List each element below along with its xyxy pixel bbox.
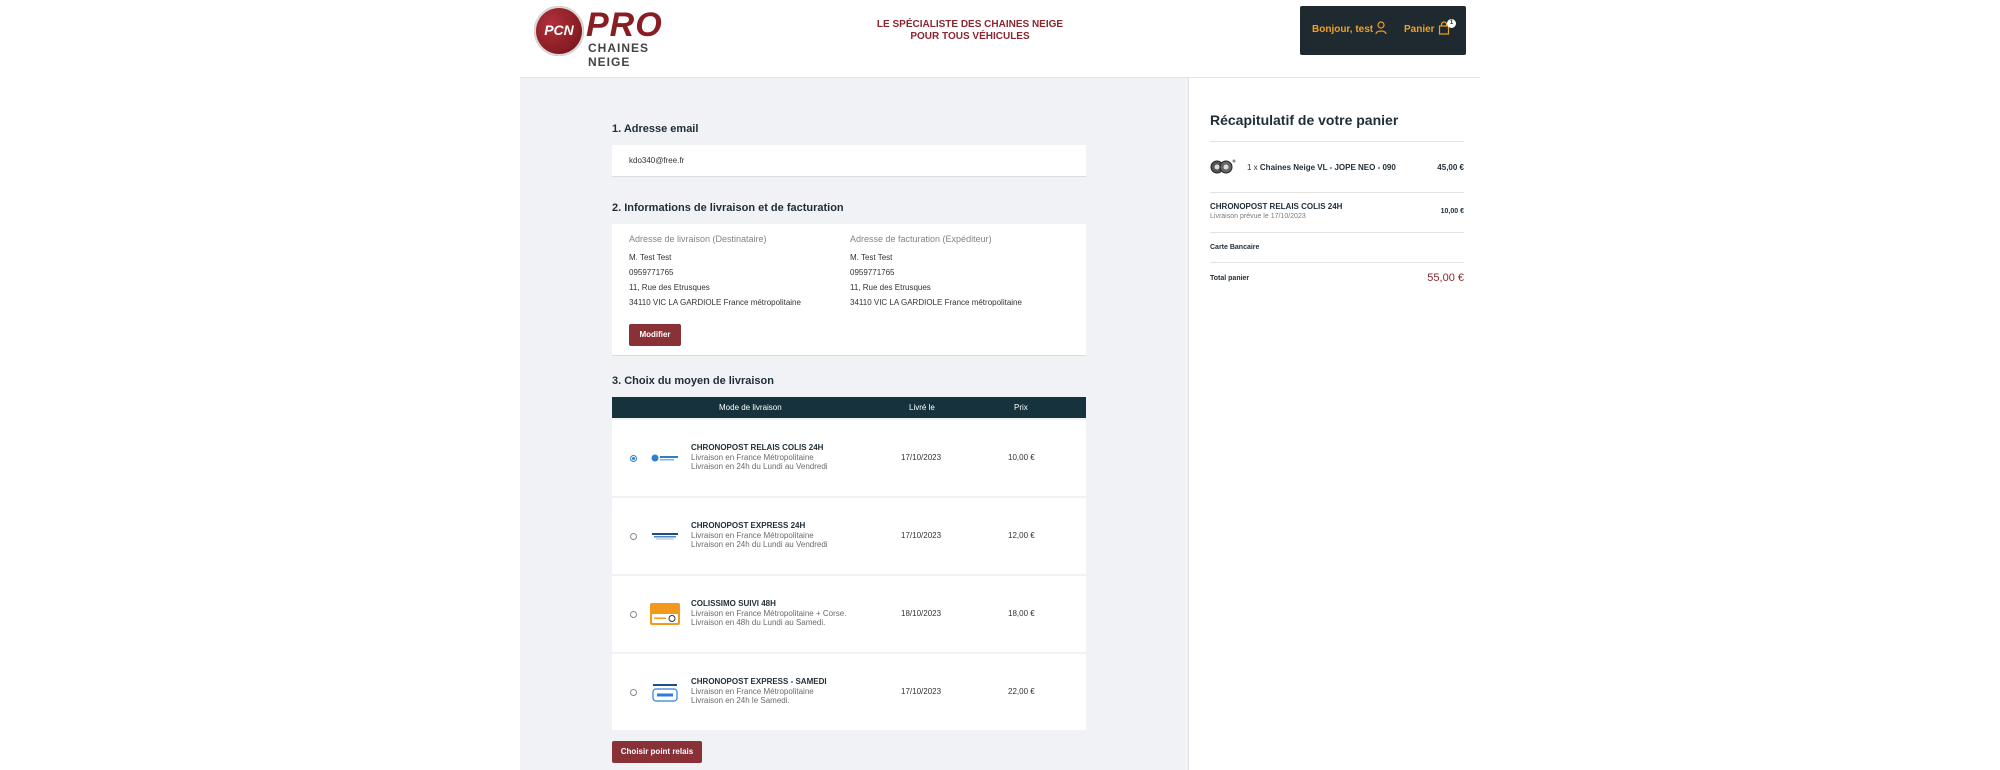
- shipping-address-street: 11, Rue des Etrusques: [629, 283, 710, 292]
- shipping-option-price: 22,00 €: [1008, 687, 1035, 696]
- summary-divider: [1210, 192, 1464, 193]
- shipping-option-price: 10,00 €: [1008, 453, 1035, 462]
- shipping-option-desc-2: Livraison en 24h le Samedi.: [691, 696, 790, 705]
- shipping-option-row[interactable]: COLISSIMO SUIVI 48H Livraison en France …: [612, 576, 1086, 652]
- col-header-date: Livré le: [909, 403, 935, 412]
- cart-count-badge: 1: [1447, 19, 1456, 28]
- summary-product-name: Chaines Neige VL - JOPE NEO - 090: [1259, 163, 1396, 172]
- email-value: kdo340@free.fr: [629, 156, 685, 165]
- shipping-option-date: 17/10/2023: [901, 687, 942, 696]
- summary-divider: [1210, 232, 1464, 233]
- summary-shipping-price: 10,00 €: [1440, 208, 1464, 215]
- summary-shipping-date: Livraison prévue le 17/10/2023: [1210, 213, 1306, 220]
- billing-address-name: M. Test Test: [850, 253, 893, 262]
- shipping-option-price: 18,00 €: [1008, 609, 1035, 618]
- shipping-address-phone: 0959771765: [629, 268, 674, 277]
- shipping-address-heading: Adresse de livraison (Destinataire): [629, 234, 767, 244]
- shipping-option-date: 17/10/2023: [901, 453, 942, 462]
- col-header-mode: Mode de livraison: [719, 403, 782, 412]
- billing-address-heading: Adresse de facturation (Expéditeur): [850, 234, 992, 244]
- site-tagline: LE SPÉCIALISTE DES CHAINES NEIGE POUR TO…: [870, 19, 1070, 43]
- email-section-title: 1. Adresse email: [612, 123, 699, 135]
- summary-divider: [1210, 262, 1464, 263]
- shipping-info-section-title: 2. Informations de livraison et de factu…: [612, 202, 844, 214]
- shipping-option-desc-2: Livraison en 24h du Lundi au Vendredi: [691, 540, 828, 549]
- shipping-option-desc-1: Livraison en France Métropolitaine: [691, 531, 814, 540]
- modify-address-button[interactable]: Modifier: [629, 324, 681, 346]
- shipping-option-date: 18/10/2023: [901, 609, 942, 618]
- cart-summary: Récapitulatif de votre panier 1 x Chaine…: [1189, 78, 1481, 770]
- summary-total-value: 55,00 €: [1427, 272, 1464, 284]
- tagline-line-1: LE SPÉCIALISTE DES CHAINES NEIGE: [876, 19, 1064, 30]
- billing-address: Adresse de facturation (Expéditeur) M. T…: [850, 234, 1060, 310]
- summary-shipping-name: CHRONOPOST RELAIS COLIS 24H: [1210, 202, 1343, 211]
- shipping-option-name: CHRONOPOST RELAIS COLIS 24H: [691, 443, 824, 452]
- logo-emblem: PCN: [534, 6, 584, 56]
- col-header-price: Prix: [1014, 403, 1028, 412]
- shipping-option-name: COLISSIMO SUIVI 48H: [691, 599, 776, 608]
- shipping-table-header: Mode de livraison Livré le Prix: [612, 397, 1086, 418]
- summary-divider: [1210, 141, 1464, 142]
- shipping-option-row[interactable]: CHRONOPOST EXPRESS - SAMEDI Livraison en…: [612, 654, 1086, 730]
- cart-link[interactable]: Panier: [1404, 24, 1435, 35]
- chronopost-samedi-logo-icon: [652, 684, 678, 702]
- account-greeting-link[interactable]: Bonjour, test: [1312, 24, 1373, 35]
- address-card: Adresse de livraison (Destinataire) M. T…: [612, 224, 1086, 356]
- site-header: PCN PRO CHAINES NEIGE LE SPÉCIALISTE DES…: [0, 0, 2000, 78]
- summary-product-price: 45,00 €: [1437, 163, 1464, 172]
- billing-address-phone: 0959771765: [850, 268, 895, 277]
- summary-product-qty: 1 x: [1247, 163, 1258, 172]
- chronopost-logo-icon: [651, 454, 678, 462]
- delivery-choice-section-title: 3. Choix du moyen de livraison: [612, 375, 774, 387]
- logo-subtitle: CHAINES NEIGE: [588, 41, 650, 69]
- shipping-option-radio[interactable]: [630, 611, 637, 618]
- colissimo-logo-icon: [650, 603, 680, 625]
- shipping-option-price: 12,00 €: [1008, 531, 1035, 540]
- shipping-option-name: CHRONOPOST EXPRESS 24H: [691, 521, 806, 530]
- shipping-address-name: M. Test Test: [629, 253, 672, 262]
- site-logo[interactable]: PCN PRO CHAINES NEIGE: [530, 6, 690, 69]
- snow-chain-product-icon: [1210, 159, 1236, 174]
- shipping-option-row[interactable]: CHRONOPOST EXPRESS 24H Livraison en Fran…: [612, 498, 1086, 574]
- billing-address-city: 34110 VIC LA GARDIOLE France métropolita…: [850, 298, 1022, 307]
- shipping-option-desc-2: Livraison en 48h du Lundi au Samedi.: [691, 618, 826, 627]
- account-cart-box: Bonjour, test Panier 1: [1300, 6, 1466, 55]
- email-card: kdo340@free.fr: [612, 145, 1086, 177]
- billing-address-street: 11, Rue des Etrusques: [850, 283, 931, 292]
- summary-title: Récapitulatif de votre panier: [1210, 112, 1399, 128]
- logo-brand: PRO: [586, 6, 663, 44]
- shipping-option-row[interactable]: CHRONOPOST RELAIS COLIS 24H Livraison en…: [612, 420, 1086, 496]
- tagline-line-2: POUR TOUS VÉHICULES: [910, 31, 1030, 42]
- shipping-option-name: CHRONOPOST EXPRESS - SAMEDI: [691, 677, 827, 686]
- checkout-main: 1. Adresse email kdo340@free.fr 2. Infor…: [520, 78, 1188, 770]
- summary-payment-method: Carte Bancaire: [1210, 244, 1260, 251]
- summary-total-label: Total panier: [1210, 275, 1250, 282]
- shipping-option-date: 17/10/2023: [901, 531, 942, 540]
- shipping-option-radio[interactable]: [630, 689, 637, 696]
- shipping-address-city: 34110 VIC LA GARDIOLE France métropolita…: [629, 298, 801, 307]
- logo-emblem-text: PCN: [544, 22, 574, 38]
- summary-product-line: 1 x Chaines Neige VL - JOPE NEO - 090: [1247, 163, 1396, 172]
- shipping-option-radio[interactable]: [630, 533, 637, 540]
- user-icon[interactable]: [1375, 21, 1387, 35]
- chronopost-express-logo-icon: [652, 533, 678, 540]
- shipping-option-desc-1: Livraison en France Métropolitaine: [691, 687, 814, 696]
- shipping-option-desc-2: Livraison en 24h du Lundi au Vendredi: [691, 462, 828, 471]
- shipping-option-radio[interactable]: [630, 455, 637, 462]
- shipping-option-desc-1: Livraison en France Métropolitaine + Cor…: [691, 609, 847, 618]
- choose-relay-point-button[interactable]: Choisir point relais: [612, 741, 702, 763]
- shipping-address: Adresse de livraison (Destinataire) M. T…: [629, 234, 839, 310]
- shipping-option-desc-1: Livraison en France Métropolitaine: [691, 453, 814, 462]
